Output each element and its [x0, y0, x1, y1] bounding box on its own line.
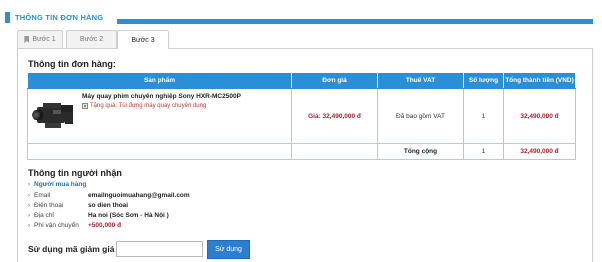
total-empty-cell	[291, 143, 378, 160]
field-value-shipping: +500,000 đ	[88, 222, 122, 229]
col-quantity: Số lượng	[463, 72, 504, 89]
total-row: Tổng cộng 1 32,490,000 đ	[27, 143, 576, 160]
apply-discount-button[interactable]: Sử dụng	[207, 240, 250, 259]
vat-value: Đã bao gồm VAT	[377, 88, 464, 144]
gift-text: Tặng quà: Túi đựng máy quay chuyên dụng	[90, 103, 207, 109]
unit-price: Giá: 32,490,000 đ	[291, 88, 378, 144]
table-header-row: Sản phẩm Đơn giá Thuế VAT Số lượng Tổng …	[27, 72, 576, 89]
col-product: Sản phẩm	[27, 72, 292, 89]
tab-step-2[interactable]: Bước 2	[66, 30, 117, 48]
product-cell: Máy quay phim chuyên nghiệp Sony HXR-MC2…	[27, 88, 292, 144]
total-empty-cell	[27, 143, 292, 160]
tab-step-2-label: Bước 2	[79, 36, 104, 43]
list-item: › Điện thoại so dien thoai	[28, 202, 128, 209]
header-marker	[5, 12, 10, 23]
total-label: Tổng cộng	[377, 143, 464, 160]
step-tabs: Bước 1 Bước 2 Bước 3	[17, 30, 593, 49]
col-total: Tổng thành tiền (VND)	[503, 72, 576, 89]
camcorder-image[interactable]	[31, 97, 77, 133]
field-value-email: emailnguoimuahang@gmail.com	[88, 192, 190, 199]
discount-code-input[interactable]	[116, 241, 203, 257]
order-table: Sản phẩm Đơn giá Thuế VAT Số lượng Tổng …	[27, 72, 576, 160]
field-label-phone: Điện thoại	[34, 202, 64, 209]
order-section-title: Thông tin đơn hàng:	[28, 59, 116, 69]
receiver-section-title: Thông tin người nhận	[28, 168, 122, 178]
field-value-phone: so dien thoai	[88, 202, 129, 209]
tab-step-1[interactable]: Bước 1	[17, 30, 63, 48]
page-title: THÔNG TIN ĐƠN HÀNG	[15, 13, 104, 22]
tab-step-1-label: Bước 1	[32, 36, 56, 43]
header-divider	[117, 19, 593, 24]
field-label-address: Địa chỉ	[34, 212, 54, 219]
gift-note: Tặng quà: Túi đựng máy quay chuyên dụng	[82, 103, 206, 109]
list-item: › Địa chỉ Ha noi (Sóc Sơn - Hà Nội )	[28, 212, 169, 219]
product-name[interactable]: Máy quay phim chuyên nghiệp Sony HXR-MC2…	[82, 93, 241, 100]
broken-image-icon	[82, 103, 88, 109]
field-label-email: Email	[34, 192, 51, 199]
tab-step-3-label: Bước 3	[131, 36, 155, 44]
total-amount: 32,490,000 đ	[503, 143, 576, 160]
col-unit-price: Đơn giá	[291, 72, 378, 89]
field-label-shipping: Phí vận chuyển	[34, 222, 79, 229]
bookmark-icon	[24, 36, 30, 43]
discount-label: Sử dụng mã giảm giá :	[28, 244, 120, 254]
field-value-address: Ha noi (Sóc Sơn - Hà Nội )	[88, 212, 169, 219]
list-item: › Phí vận chuyển +500,000 đ	[28, 222, 121, 229]
list-item: › Email emailnguoimuahang@gmail.com	[28, 192, 190, 199]
quantity-value: 1	[463, 88, 504, 144]
buyer-heading-row: › Người mua hàng	[28, 181, 86, 188]
tab-step-3[interactable]: Bước 3	[117, 30, 169, 49]
section-header: THÔNG TIN ĐƠN HÀNG	[5, 8, 593, 28]
subtotal-value: 32,490,000 đ	[503, 88, 576, 144]
buyer-heading: Người mua hàng	[34, 181, 87, 188]
col-vat: Thuế VAT	[377, 72, 464, 89]
total-quantity: 1	[463, 143, 504, 160]
table-row: Máy quay phim chuyên nghiệp Sony HXR-MC2…	[27, 88, 576, 144]
